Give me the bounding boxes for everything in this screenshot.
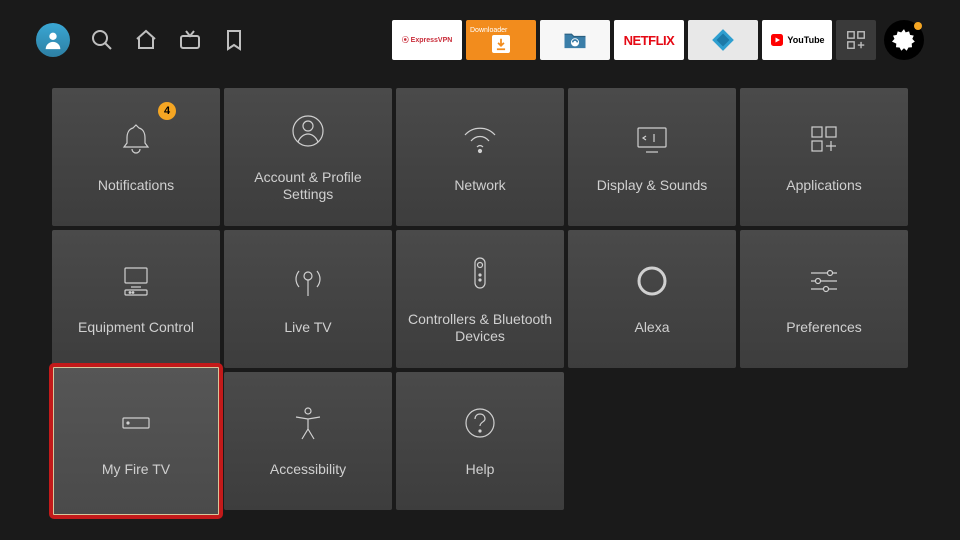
tile-label: Display & Sounds	[597, 177, 708, 195]
home-button[interactable]	[134, 28, 158, 52]
tile-label: Controllers & Bluetooth Devices	[404, 311, 556, 346]
device-icon	[116, 403, 156, 443]
app-es-file-explorer[interactable]	[540, 20, 610, 60]
notification-badge: 4	[158, 102, 176, 120]
app-grid-icon	[845, 29, 867, 51]
tile-display[interactable]: Display & Sounds	[568, 88, 736, 226]
antenna-icon	[288, 261, 328, 301]
tile-help[interactable]: Help	[396, 372, 564, 510]
tile-account[interactable]: Account & Profile Settings	[224, 88, 392, 226]
help-icon	[460, 403, 500, 443]
app-label: ⦿ ExpressVPN	[402, 35, 453, 45]
kodi-icon	[710, 27, 736, 53]
home-icon	[134, 28, 158, 52]
gear-icon	[891, 27, 917, 53]
nav-left	[36, 23, 246, 57]
alexa-icon	[632, 261, 672, 301]
tile-controllers[interactable]: Controllers & Bluetooth Devices	[396, 230, 564, 368]
profile-button[interactable]	[36, 23, 70, 57]
tile-label: My Fire TV	[102, 461, 170, 479]
tile-accessibility[interactable]: Accessibility	[224, 372, 392, 510]
tile-label: Help	[466, 461, 495, 479]
bookmark-button[interactable]	[222, 28, 246, 52]
app-youtube[interactable]: YouTube	[762, 20, 832, 60]
app-kodi[interactable]	[688, 20, 758, 60]
bell-icon	[116, 119, 156, 159]
youtube-icon	[769, 34, 785, 46]
tile-equipment[interactable]: Equipment Control	[52, 230, 220, 368]
tile-label: Preferences	[786, 319, 861, 337]
settings-button[interactable]	[884, 20, 924, 60]
display-icon	[632, 119, 672, 159]
top-bar: ⦿ ExpressVPN Downloader NETFLIX YouTube	[0, 0, 960, 60]
app-label: Downloader	[470, 27, 507, 34]
tile-alexa[interactable]: Alexa	[568, 230, 736, 368]
bookmark-icon	[222, 28, 246, 52]
app-row: ⦿ ExpressVPN Downloader NETFLIX YouTube	[392, 20, 924, 60]
search-icon	[90, 28, 114, 52]
settings-grid: 4 Notifications Account & Profile Settin…	[0, 60, 960, 510]
tile-label: Network	[454, 177, 505, 195]
tile-label: Equipment Control	[78, 319, 194, 337]
app-netflix[interactable]: NETFLIX	[614, 20, 684, 60]
tile-applications[interactable]: Applications	[740, 88, 908, 226]
wifi-icon	[460, 119, 500, 159]
tile-preferences[interactable]: Preferences	[740, 230, 908, 368]
app-more-button[interactable]	[836, 20, 876, 60]
tile-label: Alexa	[634, 319, 669, 337]
tile-label: Accessibility	[270, 461, 346, 479]
profile-icon	[42, 29, 64, 51]
sliders-icon	[804, 261, 844, 301]
remote-icon	[460, 253, 500, 293]
tile-label: Applications	[786, 177, 862, 195]
tile-livetv[interactable]: Live TV	[224, 230, 392, 368]
account-icon	[288, 111, 328, 151]
app-expressvpn[interactable]: ⦿ ExpressVPN	[392, 20, 462, 60]
tv-icon	[178, 28, 202, 52]
tile-label: Live TV	[284, 319, 331, 337]
accessibility-icon	[288, 403, 328, 443]
app-label: NETFLIX	[624, 33, 675, 48]
tile-notifications[interactable]: 4 Notifications	[52, 88, 220, 226]
app-label: YouTube	[769, 34, 824, 46]
tile-label: Account & Profile Settings	[232, 169, 384, 204]
folder-icon	[561, 26, 589, 54]
download-arrow-icon	[492, 35, 510, 53]
tile-myfiretv[interactable]: My Fire TV	[52, 366, 220, 516]
apps-icon	[804, 119, 844, 159]
search-button[interactable]	[90, 28, 114, 52]
app-downloader[interactable]: Downloader	[466, 20, 536, 60]
tile-network[interactable]: Network	[396, 88, 564, 226]
live-button[interactable]	[178, 28, 202, 52]
tile-label: Notifications	[98, 177, 174, 195]
equipment-icon	[116, 261, 156, 301]
